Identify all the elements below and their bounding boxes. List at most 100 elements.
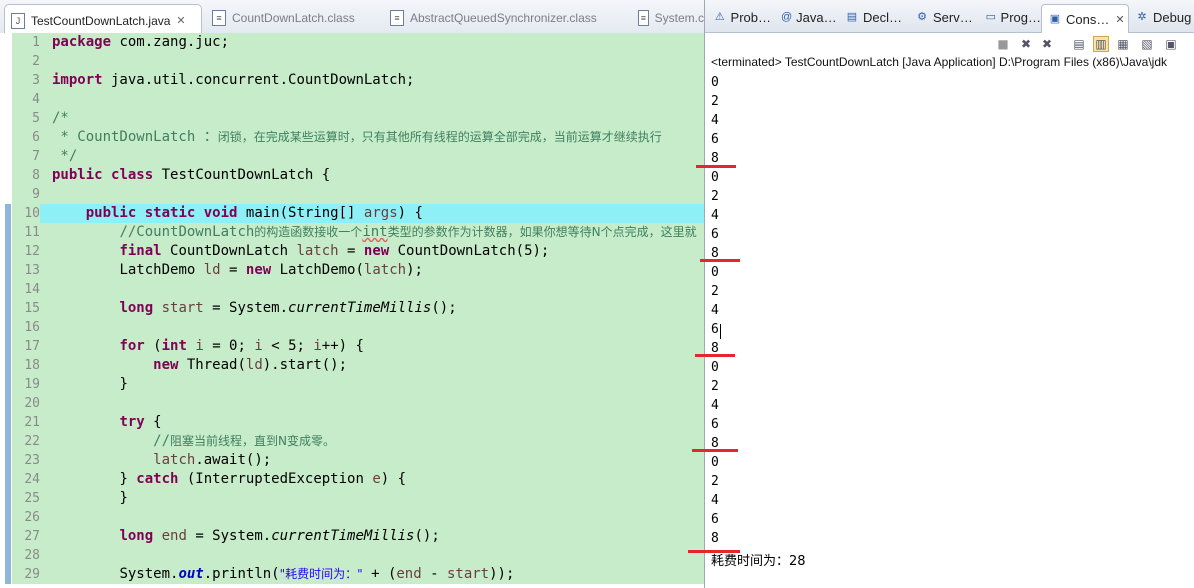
- red-separator-mark: [688, 550, 740, 553]
- console-line: 4: [711, 493, 719, 508]
- code-line[interactable]: 3 import java.util.concurrent.CountDownLa…: [12, 71, 704, 90]
- tab-progress[interactable]: ▭ Prog…: [979, 4, 1041, 30]
- progress-icon: ▭: [985, 11, 996, 23]
- tab-label: AbstractQueuedSynchronizer.class: [410, 11, 597, 25]
- tab-label: CountDownLatch.class: [232, 11, 355, 25]
- editor-tab-bar: J TestCountDownLatch.java ✕ ≡ CountDownL…: [0, 0, 704, 37]
- code-line[interactable]: 15 long start = System.currentTimeMillis…: [12, 299, 704, 318]
- code-line[interactable]: 4: [12, 90, 704, 109]
- word-wrap-icon[interactable]: ▦: [1115, 36, 1131, 52]
- view-tab-bar: ⚠ Prob… @ Java… ▤ Decl… ⚙ Serv… ▭ Prog… ▣ Cons…: [705, 0, 1194, 33]
- code-line[interactable]: 28: [12, 546, 704, 565]
- close-icon[interactable]: ✕: [1115, 13, 1124, 26]
- code-line[interactable]: 8 public class TestCountDownLatch {: [12, 166, 704, 185]
- close-icon[interactable]: ✕: [176, 14, 185, 27]
- code-line[interactable]: 1 package com.zang.juc;: [12, 33, 704, 52]
- code-line[interactable]: 25 }: [12, 489, 704, 508]
- pin-console-icon[interactable]: ▧: [1139, 36, 1155, 52]
- console-status: <terminated> TestCountDownLatch [Java Ap…: [711, 55, 1167, 69]
- tab-system-class[interactable]: ≡ System.c: [632, 4, 704, 32]
- console-line: 8: [711, 531, 719, 546]
- console-line: 0: [711, 75, 719, 90]
- problems-icon: ⚠: [714, 11, 725, 23]
- tab-declaration[interactable]: ▤ Decl…: [839, 4, 903, 30]
- code-line[interactable]: 11 //CountDownLatch的构造函数接收一个int类型的参数作为计数…: [12, 223, 704, 242]
- console-line: 8: [711, 151, 719, 166]
- console-pane: ⚠ Prob… @ Java… ▤ Decl… ⚙ Serv… ▭ Prog… ▣ Cons…: [704, 0, 1194, 588]
- remove-launch-icon[interactable]: ✖: [1018, 36, 1034, 52]
- red-separator-mark: [692, 449, 738, 452]
- code-line[interactable]: 17 for (int i = 0; i < 5; i++) {: [12, 337, 704, 356]
- console-line: 2: [711, 379, 719, 394]
- code-line[interactable]: 29 System.out.println("耗费时间为：" + (end - …: [12, 565, 704, 584]
- code-line[interactable]: 23 latch.await();: [12, 451, 704, 470]
- scroll-lock-icon[interactable]: ▥: [1093, 36, 1109, 52]
- console-line: 0: [711, 170, 719, 185]
- tab-testcountdownlatch-java[interactable]: J TestCountDownLatch.java ✕: [4, 4, 202, 36]
- bug-icon: ✲: [1137, 11, 1147, 23]
- red-separator-mark: [700, 259, 740, 262]
- code-line[interactable]: 24 } catch (InterruptedException e) {: [12, 470, 704, 489]
- red-separator-mark: [695, 354, 735, 357]
- red-separator-mark: [696, 165, 736, 168]
- clear-console-icon[interactable]: ▤: [1071, 36, 1087, 52]
- code-line[interactable]: 7 */: [12, 147, 704, 166]
- editor-pane: J TestCountDownLatch.java ✕ ≡ CountDownL…: [0, 0, 704, 588]
- code-line[interactable]: 26: [12, 508, 704, 527]
- code-line[interactable]: 22 //阻塞当前线程，直到N变成零。: [12, 432, 704, 451]
- console-toolbar: ■ ✖ ✖ ▤ ▥ ▦ ▧ ▣: [705, 32, 1194, 54]
- code-line[interactable]: 19 }: [12, 375, 704, 394]
- tab-console[interactable]: ▣ Cons… ✕: [1041, 4, 1129, 33]
- code-line[interactable]: 2: [12, 52, 704, 71]
- console-line: 2: [711, 189, 719, 204]
- tab-aqs-class[interactable]: ≡ AbstractQueuedSynchronizer.class: [384, 4, 624, 32]
- tab-problems[interactable]: ⚠ Prob…: [707, 4, 771, 30]
- tab-javadoc[interactable]: @ Java…: [775, 4, 837, 30]
- tab-label: System.c: [654, 11, 704, 25]
- at-icon: @: [781, 11, 793, 23]
- declaration-icon: ▤: [846, 11, 858, 23]
- tab-label: TestCountDownLatch.java: [31, 13, 171, 28]
- current-code-line[interactable]: 10 public static void main(String[] args…: [12, 204, 704, 223]
- console-icon: ▣: [1049, 13, 1061, 25]
- code-line[interactable]: 12 final CountDownLatch latch = new Coun…: [12, 242, 704, 261]
- console-line: 6: [711, 132, 719, 147]
- console-line: 0: [711, 455, 719, 470]
- console-line: 4: [711, 113, 719, 128]
- code-line[interactable]: 13 LatchDemo ld = new LatchDemo(latch);: [12, 261, 704, 280]
- console-line: 6: [711, 417, 719, 432]
- overview-ruler: [0, 33, 12, 588]
- remove-all-icon[interactable]: ✖: [1039, 36, 1055, 52]
- code-line[interactable]: 21 try {: [12, 413, 704, 432]
- console-line: 0: [711, 265, 719, 280]
- console-line: 4: [711, 303, 719, 318]
- tab-servers[interactable]: ⚙ Serv…: [909, 4, 975, 30]
- console-line: 6: [711, 322, 719, 337]
- code-line[interactable]: 18 new Thread(ld).start();: [12, 356, 704, 375]
- code-line[interactable]: 27 long end = System.currentTimeMillis()…: [12, 527, 704, 546]
- console-line: 4: [711, 398, 719, 413]
- class-file-icon: ≡: [390, 10, 404, 26]
- code-line[interactable]: 9: [12, 185, 704, 204]
- text-caret: [720, 324, 721, 339]
- console-line: 6: [711, 512, 719, 527]
- console-line: 2: [711, 284, 719, 299]
- code-line[interactable]: 16: [12, 318, 704, 337]
- tab-countdownlatch-class[interactable]: ≡ CountDownLatch.class: [206, 4, 376, 32]
- console-line: 6: [711, 227, 719, 242]
- display-console-icon[interactable]: ▣: [1163, 36, 1179, 52]
- code-editor[interactable]: 1 package com.zang.juc; 2 3 import java.ut…: [0, 33, 704, 588]
- console-line: 2: [711, 474, 719, 489]
- java-file-icon: J: [11, 12, 25, 29]
- code-line[interactable]: 14: [12, 280, 704, 299]
- console-line: 2: [711, 94, 719, 109]
- console-line: 4: [711, 208, 719, 223]
- class-file-icon: ≡: [638, 10, 649, 26]
- tab-debug[interactable]: ✲ Debug: [1129, 4, 1194, 30]
- servers-icon: ⚙: [917, 11, 927, 23]
- change-ruler-mark: [5, 204, 11, 584]
- code-line[interactable]: 20: [12, 394, 704, 413]
- code-line[interactable]: 5/*: [12, 109, 704, 128]
- terminate-icon[interactable]: ■: [995, 36, 1011, 52]
- code-line[interactable]: 6 * CountDownLatch ：闭锁，在完成某些运算时，只有其他所有线程…: [12, 128, 704, 147]
